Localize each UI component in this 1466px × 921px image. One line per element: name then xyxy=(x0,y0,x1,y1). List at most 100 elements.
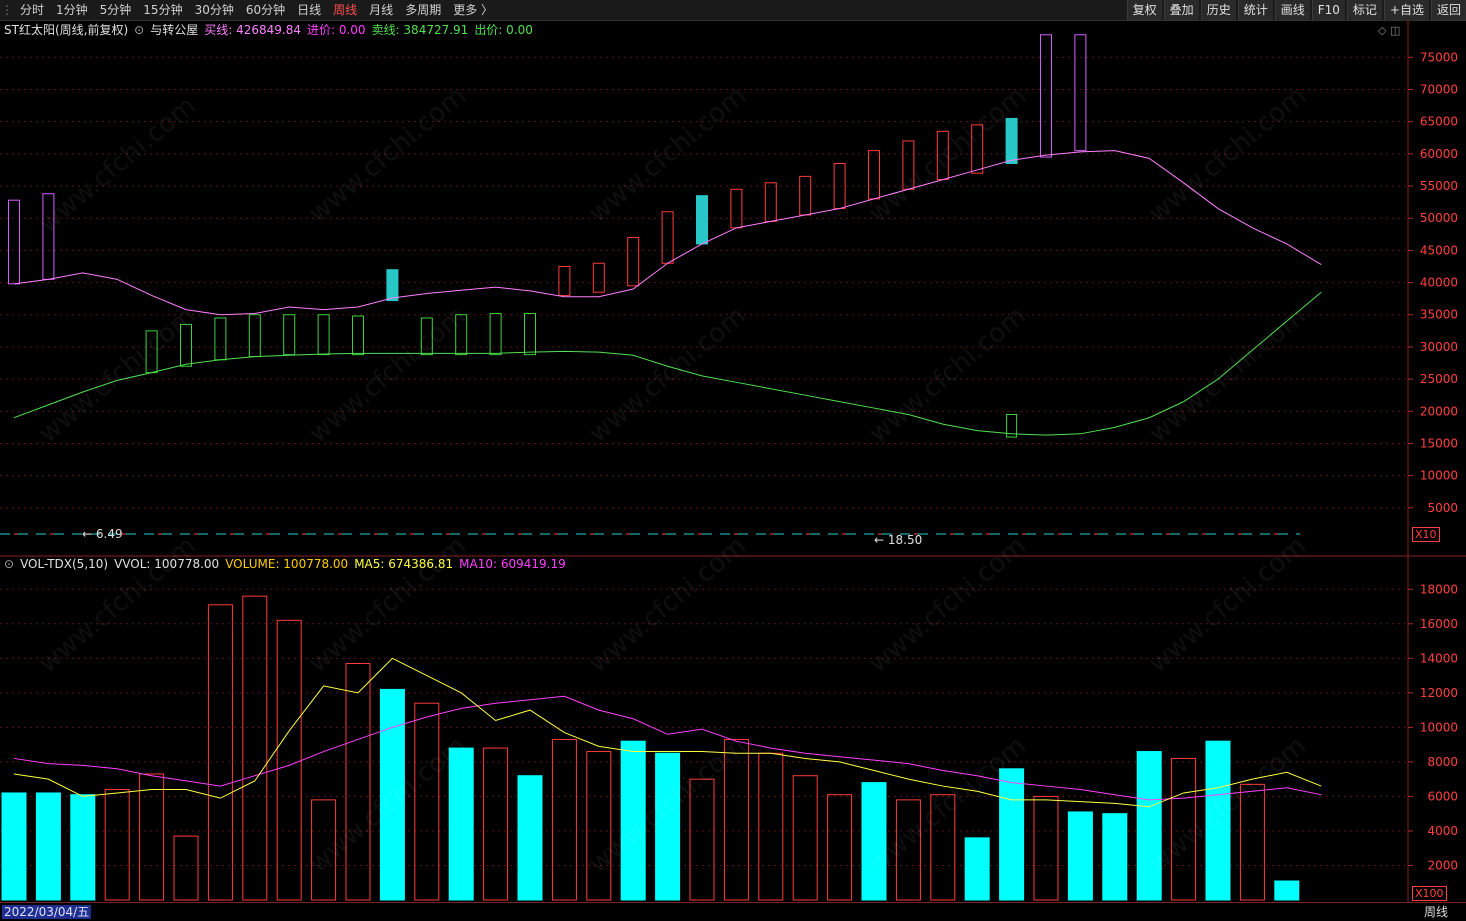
toolbar-button-4[interactable]: 画线 xyxy=(1274,0,1310,20)
toolbar-button-3[interactable]: 统计 xyxy=(1237,0,1273,20)
watermark: www.cfchi.com xyxy=(583,530,752,680)
price-axis-label: 25000 xyxy=(1420,372,1458,386)
volume-bar xyxy=(70,794,96,901)
period-tab-7[interactable]: 周线 xyxy=(327,0,363,20)
volume-bar xyxy=(1067,811,1093,901)
watermark: www.cfchi.com xyxy=(33,530,202,680)
volume-bar xyxy=(1239,783,1265,901)
toolbar-button-7[interactable]: +自选 xyxy=(1383,0,1429,20)
toolbar-button-1[interactable]: 叠加 xyxy=(1163,0,1199,20)
settings-icon[interactable]: ⊙ xyxy=(134,22,144,38)
volume-bar xyxy=(345,662,371,901)
watermark: www.cfchi.com xyxy=(33,300,202,450)
volume-bar xyxy=(139,773,165,901)
price-candle xyxy=(868,150,880,200)
volume-bar xyxy=(964,837,990,901)
volume-bar xyxy=(1274,880,1300,901)
price-axis-label: 55000 xyxy=(1420,179,1458,193)
price-candle xyxy=(661,211,674,264)
volume-axis-label: 4000 xyxy=(1427,824,1458,838)
volume-info-row: ⊙ VOL-TDX(5,10) VVOL: 100778.00 VOLUME: … xyxy=(4,556,566,572)
volume-bar xyxy=(827,794,853,901)
watermark: www.cfchi.com xyxy=(583,80,752,230)
volume-bar xyxy=(551,738,577,901)
watermark: www.cfchi.com xyxy=(303,80,472,230)
in-price-value: 进价: 0.00 xyxy=(306,23,366,37)
volume-bar xyxy=(414,702,440,901)
period-tab-10[interactable]: 更多 〉 xyxy=(447,0,499,20)
price-axis-label: 30000 xyxy=(1420,340,1458,354)
watermark: www.cfchi.com xyxy=(1143,530,1312,680)
toolbar-button-0[interactable]: 复权 xyxy=(1126,0,1162,20)
price-candle xyxy=(524,312,536,356)
out-price-value: 出价: 0.00 xyxy=(474,23,533,37)
price-axis-label: 35000 xyxy=(1420,308,1458,322)
period-button[interactable]: 周线 xyxy=(1424,904,1448,920)
watermark: www.cfchi.com xyxy=(863,300,1032,450)
volume-bar xyxy=(104,789,130,901)
period-tab-4[interactable]: 30分钟 xyxy=(189,0,240,20)
volume-bar xyxy=(1,792,27,901)
watermark: www.cfchi.com xyxy=(583,300,752,450)
toolbar-button-6[interactable]: 标记 xyxy=(1346,0,1382,20)
price-candle xyxy=(592,262,605,293)
volume-bar xyxy=(35,792,61,901)
price-axis-label: 5000 xyxy=(1427,501,1458,515)
volume-indicator-title[interactable]: VOL-TDX(5,10) xyxy=(20,556,108,572)
volume-bar xyxy=(242,595,268,901)
top-toolbar: ⋮ 分时 1分钟 5分钟 15分钟 30分钟 60分钟 日线 周线 月线 多周期 更多 〉 复权 叠加… xyxy=(0,0,1466,21)
price-candle xyxy=(283,314,296,356)
period-tab-0[interactable]: 分时 xyxy=(14,0,50,20)
price-candle xyxy=(180,323,192,367)
volume-bar xyxy=(1171,757,1197,901)
vvol-value: VVOL: 100778.00 xyxy=(114,557,220,571)
period-tab-2[interactable]: 5分钟 xyxy=(94,0,138,20)
secondary-indicator[interactable]: 与转公屋 xyxy=(150,22,198,38)
price-candle xyxy=(902,140,915,190)
chart-canvas[interactable]: 75000 70000 65000 60000 55000 50000 45000 40000… xyxy=(0,0,1466,920)
maximize-icon[interactable]: ◫ xyxy=(1390,24,1400,37)
price-candle xyxy=(936,130,949,181)
buy-line xyxy=(13,150,1322,316)
price-axis-label: 15000 xyxy=(1420,436,1458,450)
volume-bar xyxy=(861,782,887,901)
watermark: www.cfchi.com xyxy=(863,80,1032,230)
watermark: www.cfchi.com xyxy=(863,730,1032,880)
period-tab-8[interactable]: 月线 xyxy=(363,0,399,20)
price-axis-label: 70000 xyxy=(1420,82,1458,96)
watermark: www.cfchi.com xyxy=(303,300,472,450)
price-candle xyxy=(627,237,640,287)
toolbar-button-8[interactable]: 返回 xyxy=(1430,0,1466,20)
price-candle xyxy=(42,193,55,280)
period-tab-5[interactable]: 60分钟 xyxy=(240,0,291,20)
volume-bar xyxy=(723,738,749,901)
ma5-line xyxy=(13,657,1322,808)
diamond-icon[interactable]: ◇ xyxy=(1378,24,1386,37)
toolbar-button-5[interactable]: F10 xyxy=(1311,0,1345,20)
volume-bar xyxy=(207,604,233,901)
low-annotation: ← 6.49 xyxy=(82,527,123,541)
price-candle xyxy=(248,314,261,358)
volume-bar xyxy=(895,799,921,901)
price-info-row: ST红太阳(周线,前复权) ⊙ 与转公屋 买线: 426849.84 进价: 0… xyxy=(4,22,533,38)
volume-bar xyxy=(689,778,715,901)
price-candle xyxy=(317,314,330,356)
volume-bar xyxy=(483,747,509,901)
volume-axis-label: 8000 xyxy=(1427,755,1458,769)
security-title: ST红太阳(周线,前复权) xyxy=(4,23,129,37)
period-tab-3[interactable]: 15分钟 xyxy=(137,0,188,20)
grip-icon[interactable]: ⋮ xyxy=(0,0,14,20)
price-candle xyxy=(1040,34,1052,158)
ma10-value: MA10: 609419.19 xyxy=(459,557,566,571)
period-tab-9[interactable]: 多周期 xyxy=(399,0,447,20)
volume-bar xyxy=(276,619,302,901)
volume-bar xyxy=(173,835,199,901)
settings-icon[interactable]: ⊙ xyxy=(4,556,14,572)
sell-line-value: 卖线: 384727.91 xyxy=(371,23,469,37)
price-candle xyxy=(730,188,743,229)
watermark: www.cfchi.com xyxy=(583,730,752,880)
period-tab-6[interactable]: 日线 xyxy=(291,0,327,20)
toolbar-button-2[interactable]: 历史 xyxy=(1200,0,1236,20)
watermark: www.cfchi.com xyxy=(33,90,202,240)
period-tab-1[interactable]: 1分钟 xyxy=(50,0,94,20)
